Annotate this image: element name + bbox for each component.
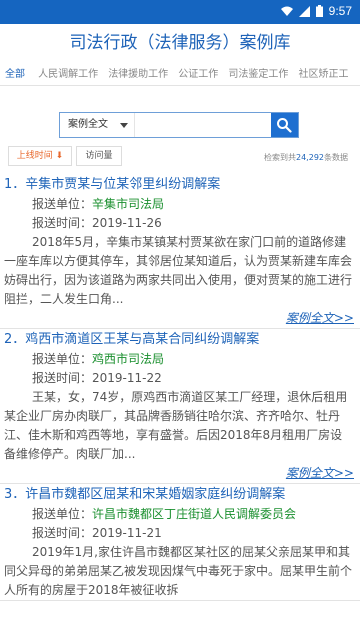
case-time-value: 2019-11-26 xyxy=(92,216,162,230)
case-time-value: 2019-11-22 xyxy=(92,371,162,385)
arrow-down-icon: ⬇ xyxy=(55,151,64,161)
case-title[interactable]: 1．辛集市贾某与位某邻里纠纷调解案 xyxy=(4,174,354,195)
sort-by-views-button[interactable]: 访问量 xyxy=(76,146,122,166)
status-icons: 9:57 xyxy=(280,4,352,18)
case-unit: 报送单位：鸡西市司法局 xyxy=(32,352,165,366)
status-bar: 9:57 xyxy=(0,0,360,24)
result-count-number: 24,292 xyxy=(296,153,324,162)
battery-icon xyxy=(315,5,323,17)
result-count: 检索到共24,292条数据 xyxy=(264,153,348,162)
tab-notary[interactable]: 公证工作 xyxy=(173,64,218,85)
case-unit: 报送单位：许昌市魏都区丁庄街道人民调解委员会 xyxy=(32,507,297,521)
case-title[interactable]: 2．鸡西市滴道区王某与高某合同纠纷调解案 xyxy=(4,329,354,350)
case-full-text-link[interactable]: 案例全文>> xyxy=(4,309,354,328)
app-header: 司法行政（法律服务）案例库 xyxy=(0,24,360,62)
search-type-label: 案例全文 xyxy=(68,119,108,130)
case-time: 报送时间：2019-11-21 xyxy=(32,526,162,540)
clock: 9:57 xyxy=(328,4,352,18)
search-button[interactable] xyxy=(270,113,298,137)
page-title: 司法行政（法律服务）案例库 xyxy=(69,33,291,53)
search-bar: 案例全文 xyxy=(59,112,299,138)
case-unit-value: 鸡西市司法局 xyxy=(92,352,165,366)
case-time: 报送时间：2019-11-22 xyxy=(32,371,162,385)
search-icon xyxy=(277,118,293,133)
tab-people-mediation[interactable]: 人民调解工作 xyxy=(33,64,98,85)
case-summary: 2018年5月，辛集市某镇某村贾某欲在家门口前的道路修建一座车库以方便其停车，其… xyxy=(4,235,353,306)
category-tabs: 全部 人民调解工作 法律援助工作 公证工作 司法鉴定工作 社区矫正工 xyxy=(0,62,360,86)
case-title[interactable]: 3．许昌市魏都区屈某和宋某婚姻家庭纠纷调解案 xyxy=(4,484,354,505)
case-item: 2．鸡西市滴道区王某与高某合同纠纷调解案 报送单位：鸡西市司法局 报送时间：20… xyxy=(0,329,360,484)
tab-all[interactable]: 全部 xyxy=(0,64,28,85)
search-input[interactable] xyxy=(134,113,271,137)
case-list: 1．辛集市贾某与位某邻里纠纷调解案 报送单位：辛集市司法局 报送时间：2019-… xyxy=(0,174,360,601)
case-time: 报送时间：2019-11-26 xyxy=(32,216,162,230)
sort-time-label: 上线时间 xyxy=(16,151,53,161)
case-time-value: 2019-11-21 xyxy=(92,526,162,540)
tab-judicial-appraisal[interactable]: 司法鉴定工作 xyxy=(223,64,288,85)
sort-by-time-button[interactable]: 上线时间 ⬇ xyxy=(8,146,72,166)
case-unit-value: 许昌市魏都区丁庄街道人民调解委员会 xyxy=(92,507,297,521)
case-unit-value: 辛集市司法局 xyxy=(92,197,165,211)
case-unit: 报送单位：辛集市司法局 xyxy=(32,197,165,211)
wifi-icon xyxy=(280,6,293,16)
chevron-down-icon xyxy=(119,123,128,128)
search-type-select[interactable]: 案例全文 xyxy=(60,113,135,137)
sort-views-label: 访问量 xyxy=(85,151,113,161)
case-summary: 2019年1月,家住许昌市魏都区某社区的屈某父亲屈某甲和其同父异母的弟弟屈某乙被… xyxy=(4,545,353,597)
case-item: 3．许昌市魏都区屈某和宋某婚姻家庭纠纷调解案 报送单位：许昌市魏都区丁庄街道人民… xyxy=(0,484,360,601)
tab-legal-aid[interactable]: 法律援助工作 xyxy=(103,64,168,85)
tab-community-correction[interactable]: 社区矫正工 xyxy=(293,64,348,85)
signal-icon xyxy=(298,5,310,17)
sort-row: 上线时间 ⬇ 访问量 检索到共24,292条数据 xyxy=(0,146,360,168)
case-item: 1．辛集市贾某与位某邻里纠纷调解案 报送单位：辛集市司法局 报送时间：2019-… xyxy=(0,174,360,329)
case-summary: 王某，女，74岁，原鸡西市滴道区某工厂经理，退休后租用某企业厂房办肉联厂，其品牌… xyxy=(4,390,348,461)
case-full-text-link[interactable]: 案例全文>> xyxy=(4,464,354,483)
